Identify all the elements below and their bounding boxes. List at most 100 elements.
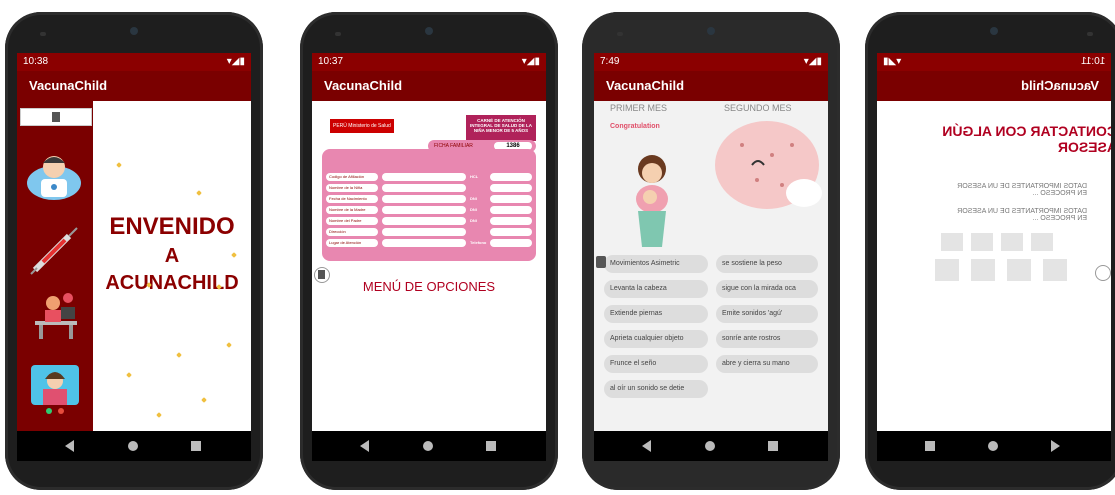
status-icons: ▾◢▮ — [521, 56, 540, 67]
door-icon — [52, 112, 60, 122]
home-icon[interactable] — [423, 441, 433, 451]
card-field-label: Nombre de la Niña — [326, 184, 378, 192]
card-field-input-right[interactable] — [490, 195, 532, 203]
sparkle — [116, 162, 122, 168]
status-icons: ▾◢▮ — [226, 56, 245, 67]
card-field-label: Lugar de Atención — [326, 239, 378, 247]
baby-image-first-month[interactable] — [616, 139, 686, 249]
card-field-input[interactable] — [382, 195, 466, 203]
card-field-input-right[interactable] — [490, 217, 532, 225]
status-time: 10:11 — [1080, 56, 1105, 67]
nav-bar — [594, 431, 828, 461]
bell-icon[interactable] — [941, 233, 963, 251]
logout-button[interactable] — [1095, 265, 1111, 281]
front-camera — [707, 27, 715, 35]
milestone-chip[interactable]: Frunce el seño — [604, 355, 708, 373]
card-field-input[interactable] — [382, 217, 466, 225]
bell-icon[interactable] — [935, 259, 959, 281]
congratulation-label: Congratulation — [610, 123, 660, 130]
advisor-desk-icon[interactable] — [31, 291, 81, 341]
card-field-input[interactable] — [382, 239, 466, 247]
sparkle — [226, 342, 232, 348]
app-title: VacunaChild — [1020, 78, 1099, 93]
card-field-label: Fecha de Nacimiento — [326, 195, 378, 203]
vaccination-card: Codigo de Afiliación HCL Nombre de la Niña… — [322, 149, 536, 261]
milestone-chip[interactable]: Extiende piernas — [604, 305, 708, 323]
logout-button[interactable] — [20, 108, 92, 126]
front-camera — [990, 27, 998, 35]
minsa-logo-text: PERÚ Ministerio de Salud — [330, 119, 394, 133]
recents-icon[interactable] — [191, 441, 201, 451]
screen: ▮◣▾ 10:11 VacunaChild CONTACTAR CON ALGÚ… — [877, 53, 1111, 461]
speaker — [335, 32, 341, 36]
screen: 10:37 ▾◢▮ VacunaChild PERÚ Ministerio de… — [312, 53, 546, 461]
video-call-icon[interactable] — [29, 363, 81, 415]
card-field-input[interactable] — [382, 228, 466, 236]
speaker — [40, 32, 46, 36]
card-field-input-right[interactable] — [490, 184, 532, 192]
milestone-chip[interactable]: se sostiene la peso — [716, 255, 818, 273]
app-bar: VacunaChild — [312, 71, 546, 101]
milestone-chip[interactable]: al oír un sonido se detie — [604, 380, 708, 398]
microphone-icon[interactable] — [1001, 233, 1023, 251]
menu-options-title[interactable]: MENÚ DE OPCIONES — [312, 279, 546, 294]
back-icon[interactable] — [65, 440, 74, 452]
doctor-icon[interactable] — [25, 149, 83, 201]
card-field-input[interactable] — [382, 173, 466, 181]
phone-icon[interactable] — [1031, 233, 1053, 251]
card-field-input[interactable] — [382, 206, 466, 214]
minsa-logo: PERÚ Ministerio de Salud — [330, 119, 450, 133]
baby-image-second-month[interactable] — [712, 115, 822, 225]
card-field-input-right[interactable] — [490, 239, 532, 247]
card-field-right-label: DNI — [470, 207, 477, 212]
home-icon[interactable] — [128, 441, 138, 451]
welcome-text: ENVENIDO A ACUNACHILD — [93, 213, 251, 295]
recents-icon[interactable] — [486, 441, 496, 451]
phone-milestones: 7:49 ▾◢▮ VacunaChild PRIMER MES SEGUNDO … — [582, 12, 840, 490]
card-field-right-label: DNI — [470, 196, 477, 201]
recents-icon[interactable] — [768, 441, 778, 451]
welcome-line-3: ACUNACHILD — [105, 272, 239, 294]
welcome-line-1: ENVENIDO — [109, 213, 235, 240]
card-field-input-right[interactable] — [490, 173, 532, 181]
front-camera — [130, 27, 138, 35]
back-icon[interactable] — [360, 440, 369, 452]
first-month-label: PRIMER MES — [610, 103, 668, 113]
back-icon[interactable] — [1051, 440, 1060, 452]
status-bar: 10:37 ▾◢▮ — [312, 53, 546, 71]
logout-button[interactable] — [596, 256, 606, 268]
home-icon[interactable] — [705, 441, 715, 451]
card-field-input-right[interactable] — [490, 228, 532, 236]
nav-bar — [17, 431, 251, 461]
speaker — [617, 32, 623, 36]
recents-icon[interactable] — [925, 441, 935, 451]
second-month-label: SEGUNDO MES — [724, 103, 792, 113]
phone-advisor: ▮◣▾ 10:11 VacunaChild CONTACTAR CON ALGÚ… — [865, 12, 1115, 490]
side-menu — [17, 101, 93, 431]
nav-bar — [312, 431, 546, 461]
nav-bar — [877, 431, 1111, 461]
milestone-chip[interactable]: abre y cierra su mano — [716, 355, 818, 373]
milestone-chip[interactable]: sigue con la mirada oca — [716, 280, 818, 298]
card-field-right-label: HCL — [470, 174, 479, 179]
syringe-icon[interactable] — [29, 226, 79, 276]
home-icon[interactable] — [988, 441, 998, 451]
milestone-chip[interactable]: Levanta la cabeza — [604, 280, 708, 298]
card-field-label: Codigo de Afiliación — [326, 173, 378, 181]
message-icon[interactable] — [971, 259, 995, 281]
milestone-chip[interactable]: Aprieta cualquier objeto — [604, 330, 708, 348]
phone-icon[interactable] — [1043, 259, 1067, 281]
card-field-input-right[interactable] — [490, 206, 532, 214]
microphone-icon[interactable] — [1007, 259, 1031, 281]
back-icon[interactable] — [642, 440, 651, 452]
milestone-chip[interactable]: Movimientos Asimetric — [604, 255, 708, 273]
card-field-input[interactable] — [382, 184, 466, 192]
app-title: VacunaChild — [324, 78, 403, 93]
screen: 10:38 ▾◢▮ VacunaChild ENVENIDO A ACUNACH… — [17, 53, 251, 461]
front-camera — [425, 27, 433, 35]
app-title: VacunaChild — [29, 78, 108, 93]
milestone-chip[interactable]: Emite sonidos 'agú' — [716, 305, 818, 323]
milestone-chip[interactable]: sonríe ante rostros — [716, 330, 818, 348]
message-icon[interactable] — [971, 233, 993, 251]
speaker — [1087, 32, 1093, 36]
